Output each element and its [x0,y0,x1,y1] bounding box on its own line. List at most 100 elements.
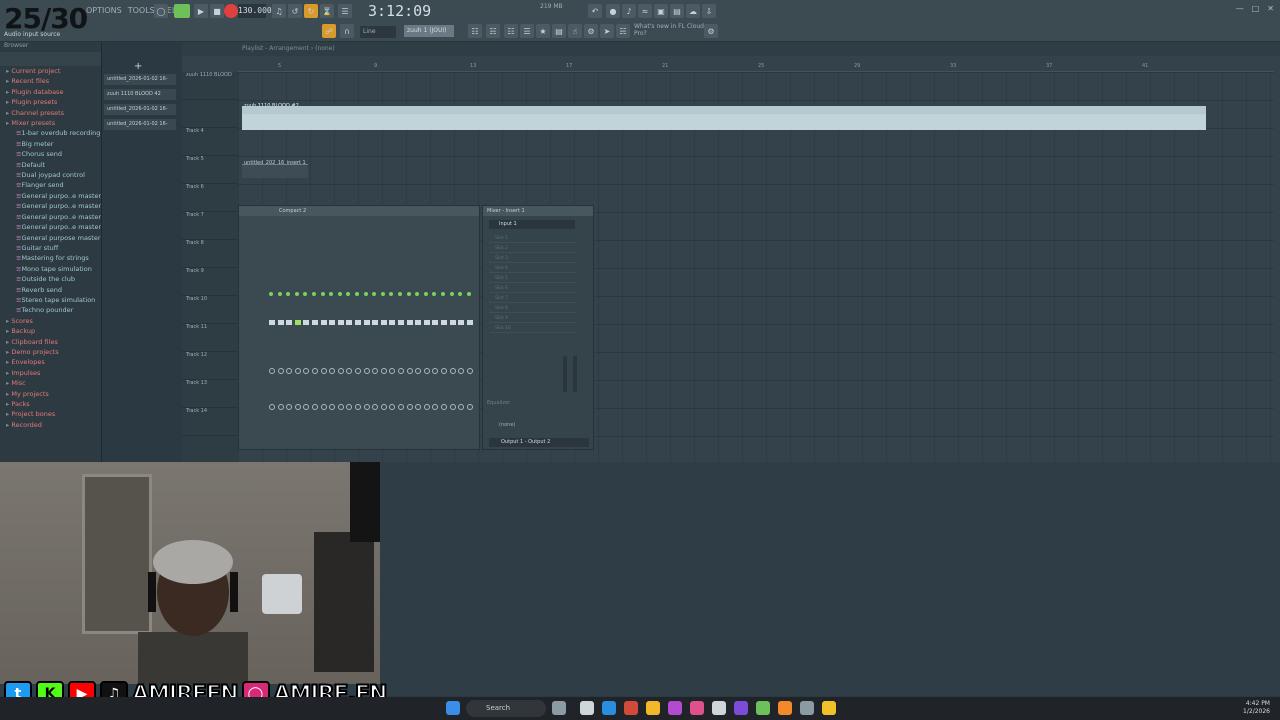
automation-clip[interactable] [242,164,308,178]
channel-knob[interactable] [406,368,413,374]
browser-preset-item[interactable]: Outside the club [0,274,101,284]
channel-led[interactable] [398,292,402,296]
channel-fader[interactable] [277,320,284,325]
browser-folder[interactable]: Impulses [0,368,101,378]
browser-preset-item[interactable]: Stereo tape simulation [0,295,101,305]
track-header[interactable]: Track 11 [182,324,238,352]
browser-preset-item[interactable]: 1-bar overdub recording [0,128,101,138]
cpu-icon[interactable]: ◯ [154,4,168,18]
browser-folder[interactable]: Packs [0,399,101,409]
track-header[interactable] [182,100,238,128]
channel-fader[interactable] [415,320,422,325]
settings-icon[interactable] [800,701,814,715]
pattern-song-toggle[interactable] [174,4,190,18]
none-label[interactable]: (none) [499,422,515,428]
channel-knob[interactable] [303,368,310,374]
channel-knob[interactable] [466,404,473,410]
effect-slot[interactable]: Slot 7 [489,294,577,303]
app-icon[interactable] [668,701,682,715]
channel-fader[interactable] [458,320,465,325]
channel-knob[interactable] [303,404,310,410]
tempo-display[interactable]: 130.000 [238,4,272,18]
wave-icon[interactable]: ≈ [638,4,652,18]
channel-fader[interactable] [449,320,456,325]
channel-knob[interactable] [286,404,293,410]
file-explorer-icon[interactable] [822,701,836,715]
channel-knob[interactable] [423,404,430,410]
channel-knob[interactable] [389,404,396,410]
recent-item[interactable]: untitled_2026-01-02 16- [104,74,176,85]
browser-preset-item[interactable]: General purpo..e mastering 2 [0,201,101,211]
channel-fader[interactable] [294,320,301,325]
audio-clip[interactable] [242,106,1206,130]
channel-led[interactable] [449,292,454,296]
channel-knob[interactable] [415,368,422,374]
channel-knob[interactable] [346,404,353,410]
channel-led[interactable] [415,292,420,296]
channel-knob[interactable] [337,404,344,410]
channel-led[interactable] [303,292,308,296]
channel-led[interactable] [320,292,325,296]
maximize-icon[interactable]: □ [1252,4,1260,13]
browser-preset-item[interactable]: Reverb send [0,285,101,295]
channel-knob[interactable] [441,368,447,374]
menu-options[interactable]: OPTIONS [86,6,122,15]
channel-led[interactable] [363,292,368,296]
channel-knob[interactable] [432,368,439,374]
wait-icon[interactable]: ↺ [288,4,302,18]
record-button[interactable] [224,4,238,18]
channel-knob[interactable] [355,404,361,410]
channel-knob[interactable] [466,368,473,374]
channel-fader[interactable] [441,320,447,325]
browser-preset-item[interactable]: Chorus send [0,149,101,159]
channel-knob[interactable] [380,404,387,410]
snap-select[interactable]: Line [360,26,396,38]
channel-knob[interactable] [329,368,336,374]
track-header[interactable]: Track 5 [182,156,238,184]
channel-fader[interactable] [406,320,413,325]
recent-item[interactable]: zuuh 1110 BLOOD 42 [104,89,176,100]
track-header[interactable]: Track 4 [182,128,238,156]
channel-knob[interactable] [441,404,447,410]
volume-fader[interactable] [563,356,567,392]
browser-preset-item[interactable]: Big meter [0,139,101,149]
channel-led[interactable] [277,292,282,296]
channel-fader[interactable] [389,320,396,325]
channel-knob[interactable] [380,368,387,374]
channel-knob[interactable] [269,368,275,374]
fl-studio-icon[interactable] [778,701,792,715]
browser-folder[interactable]: Plugin presets [0,97,101,107]
news-settings-icon[interactable]: ⚙ [704,24,718,38]
opera-icon[interactable] [624,701,638,715]
channel-fader[interactable] [398,320,404,325]
channel-fader[interactable] [432,320,439,325]
channel-fader[interactable] [372,320,379,325]
channel-fader[interactable] [337,320,344,325]
browser-preset-item[interactable]: General purpo..e mastering 4 [0,222,101,232]
browser-folder[interactable]: Channel presets [0,108,101,118]
mic-icon[interactable]: ● [606,4,620,18]
channel-fader[interactable] [363,320,370,325]
channel-knob[interactable] [294,368,301,374]
channel-fader[interactable] [320,320,327,325]
browser-folder[interactable]: Clipboard files [0,337,101,347]
browser-preset-item[interactable]: Guitar stuff [0,243,101,253]
channel-fader[interactable] [312,320,318,325]
channel-led[interactable] [312,292,316,296]
recent-item[interactable]: untitled_2026-01-02 16- [104,104,176,115]
channel-fader[interactable] [355,320,361,325]
effect-slot[interactable]: Slot 8 [489,304,577,313]
windows-start-icon[interactable] [446,701,460,715]
channel-led[interactable] [372,292,377,296]
track-header[interactable]: Track 14 [182,408,238,436]
minimize-icon[interactable]: — [1236,4,1244,13]
undo-icon[interactable]: ↶ [588,4,602,18]
browser-folder[interactable]: Demo projects [0,347,101,357]
effect-slot[interactable]: Slot 9 [489,314,577,323]
channel-fader[interactable] [329,320,336,325]
audio-icon[interactable]: ♪ [622,4,636,18]
mixer-icon[interactable]: ☰ [520,24,534,38]
effect-slot[interactable]: Slot 3 [489,254,577,263]
blend-icon[interactable]: ☰ [338,4,352,18]
channel-knob[interactable] [363,404,370,410]
